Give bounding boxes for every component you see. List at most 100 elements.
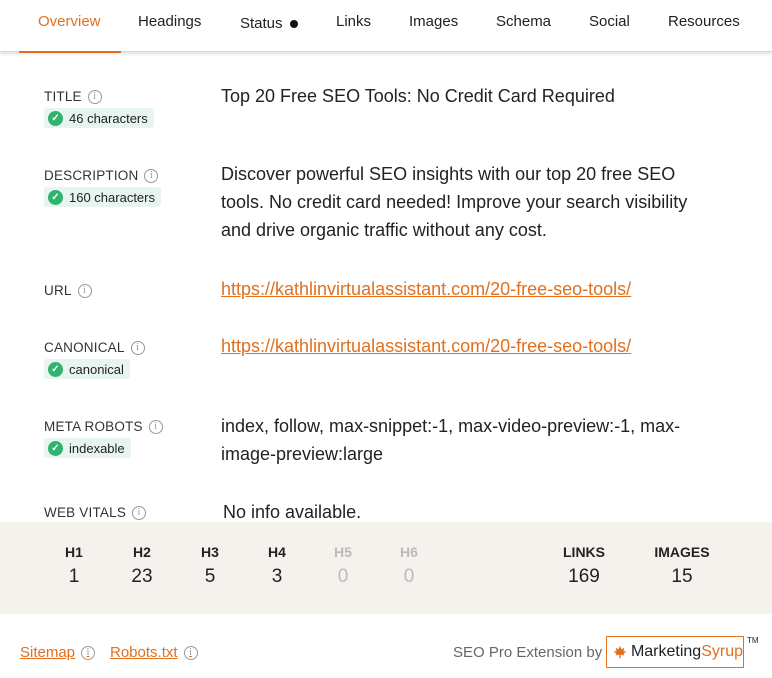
marketingsyrup-logo[interactable]: Marketing Syrup [606,636,744,668]
stat-label: H3 [201,544,219,560]
description-value: Discover powerful SEO insights with our … [221,164,688,240]
description-label-group: DESCRIPTION i ✓ 160 characters [44,168,161,207]
info-icon[interactable]: i [144,168,159,183]
tab-label: Status [240,15,283,32]
stat-h1: H1 1 [60,544,88,588]
description-label: DESCRIPTION i [44,168,161,183]
overview-panel: TITLE i ✓ 46 characters Top 20 Free SEO To… [0,53,772,522]
stat-links: LINKS 169 [556,544,612,588]
stat-value: 0 [403,566,415,587]
badge-text: 46 characters [69,110,148,126]
stat-value: 3 [271,566,283,587]
canonical-link[interactable]: https://kathlinvirtualassistant.com/20-f… [221,336,631,356]
url-label: URL i [44,283,92,298]
web-vitals-label-text: WEB VITALS [44,505,127,520]
description-label-text: DESCRIPTION [44,168,139,183]
robots-link-text[interactable]: Robots.txt [110,644,178,661]
meta-robots-value: index, follow, max-snippet:-1, max-video… [221,416,681,464]
check-icon: ✓ [48,189,63,205]
stat-label: H4 [268,544,286,560]
brand-text-marketing: Marketing [630,643,702,660]
tab-label: Images [409,13,459,30]
stat-label: H1 [65,544,83,560]
stat-h2: H2 23 [126,544,158,588]
info-icon[interactable]: i [148,419,163,434]
tab-label: Overview [38,13,101,30]
canonical-label-group: CANONICAL i ✓ canonical [44,340,145,379]
title-label-text: TITLE [44,89,82,104]
url-value: https://kathlinvirtualassistant.com/20-f… [221,275,721,303]
tab-label: Links [336,13,372,30]
summary-stats-panel: H1 1 H2 23 H3 5 H4 3 H5 0 H6 0 LINKS 169 IMAGES… [0,522,772,614]
web-vitals-label: WEB VITALS i [44,505,147,520]
stat-h6: H6 0 [395,544,423,588]
tab-label: Resources [668,13,740,30]
stat-value: 5 [204,566,216,587]
footer: Sitemap i Robots.txt i SEO Pro Extension b… [0,614,772,678]
stat-value: 0 [337,566,349,587]
robots-txt-link[interactable]: Robots.txt i [110,644,198,661]
stat-value: 15 [671,566,693,587]
tab-label: Schema [496,13,552,30]
info-icon[interactable]: i [132,505,147,520]
tab-social[interactable]: Social [589,0,630,52]
info-icon[interactable]: i [87,89,102,104]
web-vitals-value: No info available. [223,502,362,522]
meta-robots-label-text: META ROBOTS [44,419,143,434]
credit-text: SEO Pro Extension by [453,644,603,661]
tab-label: Social [589,13,630,30]
check-icon: ✓ [48,440,63,456]
badge-text: indexable [69,440,125,456]
badge-text: 160 characters [69,189,155,205]
info-icon[interactable]: i [77,283,92,298]
description-length-badge: ✓ 160 characters [44,187,161,207]
tab-overview[interactable]: Overview [19,0,120,53]
canonical-label-text: CANONICAL [44,340,125,355]
tab-resources[interactable]: Resources [668,0,740,52]
trademark-mark: TM [747,636,759,645]
indexable-badge: ✓ indexable [44,438,131,458]
stat-value: 23 [131,566,153,587]
tab-schema[interactable]: Schema [496,0,551,52]
stat-label: H5 [334,544,352,560]
status-dot-icon [289,20,298,28]
maple-leaf-icon [613,645,627,659]
check-icon: ✓ [48,110,63,126]
stat-value: 1 [68,566,80,587]
stat-value: 169 [568,566,600,587]
url-label-text: URL [44,283,72,298]
stat-h4: H4 3 [263,544,291,588]
url-label-group: URL i [44,283,92,298]
meta-robots-label-group: META ROBOTS i ✓ indexable [44,419,163,458]
canonical-value: https://kathlinvirtualassistant.com/20-f… [221,332,721,360]
web-vitals-label-group: WEB VITALS i [44,505,147,520]
stat-label: LINKS [563,544,605,560]
tab-label: Headings [138,13,202,30]
badge-text: canonical [69,361,124,377]
tab-status[interactable]: Status [240,0,298,52]
stat-label: IMAGES [654,544,710,560]
title-label: TITLE i [44,89,154,104]
stat-label: H2 [133,544,151,560]
tab-images[interactable]: Images [409,0,458,52]
tab-headings[interactable]: Headings [138,0,201,52]
tab-bar: Overview Headings Status Links Images Sc… [0,0,772,53]
meta-robots-label: META ROBOTS i [44,419,163,434]
info-icon[interactable]: i [81,645,96,660]
stat-images: IMAGES 15 [648,544,716,588]
info-icon[interactable]: i [130,340,145,355]
stat-label: H6 [400,544,418,560]
stat-h3: H3 5 [196,544,224,588]
title-label-group: TITLE i ✓ 46 characters [44,89,154,128]
canonical-badge: ✓ canonical [44,359,130,379]
url-link[interactable]: https://kathlinvirtualassistant.com/20-f… [221,279,631,299]
title-length-badge: ✓ 46 characters [44,108,154,128]
title-value: Top 20 Free SEO Tools: No Credit Card Re… [221,86,615,106]
sitemap-link-text[interactable]: Sitemap [20,644,75,661]
info-icon[interactable]: i [183,645,198,660]
check-icon: ✓ [48,361,63,377]
canonical-label: CANONICAL i [44,340,145,355]
brand-text-syrup: Syrup [701,643,743,660]
sitemap-link[interactable]: Sitemap i [20,644,96,661]
tab-links[interactable]: Links [336,0,371,52]
